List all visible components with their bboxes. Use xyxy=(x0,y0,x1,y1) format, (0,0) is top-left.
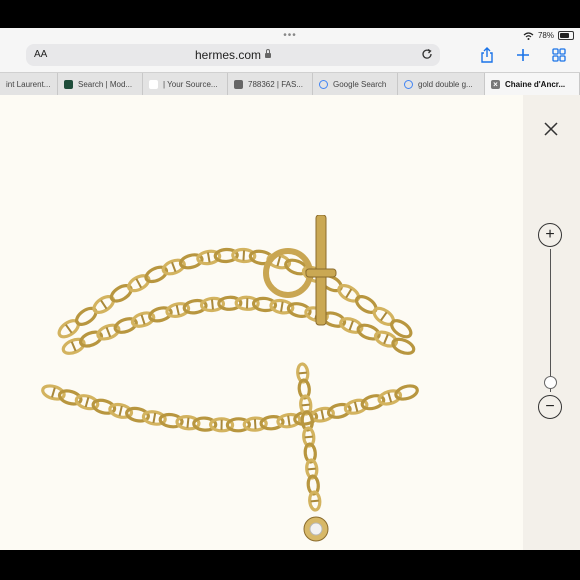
share-icon[interactable] xyxy=(478,46,496,64)
chain-link-bar xyxy=(175,304,180,316)
status-indicators: 78% xyxy=(523,31,574,40)
chain-link-bar xyxy=(387,392,393,403)
product-image-viewer xyxy=(0,95,523,550)
plus-icon: + xyxy=(545,226,555,243)
tab-7[interactable]: × Chaine d'Ancr... xyxy=(485,73,580,95)
chain-link-bar xyxy=(304,435,313,439)
chain-link-bar xyxy=(65,324,73,334)
chain-link-bar xyxy=(70,341,77,352)
square-icon xyxy=(64,79,73,89)
chain-link-bar xyxy=(100,299,108,310)
bracelet-image xyxy=(41,215,419,542)
chain-link-bar xyxy=(253,419,257,430)
status-bar: ••• 78% xyxy=(0,28,580,44)
battery-percentage: 78% xyxy=(537,31,554,40)
tab-overview-icon[interactable] xyxy=(550,46,568,64)
chain-link-bar xyxy=(320,409,325,420)
url-text: hermes.com xyxy=(194,48,262,62)
chain-link-bar xyxy=(186,417,190,428)
zoom-out-button[interactable]: − xyxy=(538,395,562,419)
wifi-icon xyxy=(523,31,534,40)
chain-link-bar xyxy=(105,327,112,338)
chain-link-bar xyxy=(280,301,284,312)
chain-link-bar xyxy=(242,250,246,261)
chain-link-bar xyxy=(152,412,157,424)
tab-label: Search | Mod... xyxy=(78,79,133,89)
multitasking-dots-icon[interactable]: ••• xyxy=(283,31,297,41)
reload-icon[interactable] xyxy=(421,48,433,60)
chain-link-bar xyxy=(345,288,353,299)
chain-link-bar xyxy=(276,256,282,267)
chain-link-bar xyxy=(135,278,143,289)
chain-link xyxy=(394,384,419,401)
tab-3[interactable]: | Your Source... xyxy=(143,73,228,95)
chain-link xyxy=(391,337,416,355)
zoom-in-button[interactable]: + xyxy=(538,223,562,247)
chain-link-bar xyxy=(353,401,359,412)
tab-4[interactable]: 788362 | FAS... xyxy=(228,73,313,95)
tab-label: | Your Source... xyxy=(163,79,218,89)
dash-icon xyxy=(149,79,158,89)
globe-icon xyxy=(234,79,243,89)
tab-2[interactable]: Search | Mod... xyxy=(58,73,143,95)
google-icon xyxy=(404,79,413,89)
chain-link-bar xyxy=(287,415,291,426)
chain-link-bar xyxy=(380,311,388,322)
zoom-slider-track[interactable] xyxy=(550,249,551,392)
chain-link-bar xyxy=(298,371,307,375)
tab-label: Google Search xyxy=(333,79,387,89)
browser-toolbar: AA hermes.com xyxy=(0,44,580,72)
chain-middle-strand xyxy=(61,295,416,355)
google-icon xyxy=(319,79,328,89)
chain-drop-strand xyxy=(296,362,322,512)
tab-label: int Laurent... xyxy=(6,79,51,89)
chain-link-bar xyxy=(84,397,90,408)
tab-label: 788362 | FAS... xyxy=(248,79,304,89)
close-tab-icon[interactable]: × xyxy=(491,79,500,89)
tab-bar: int Laurent... Search | Mod... | Your Sour… xyxy=(0,72,580,96)
viewer-controls: + − xyxy=(523,95,580,550)
chain-link-bar xyxy=(383,334,389,345)
minus-icon: − xyxy=(545,398,555,415)
lock-icon xyxy=(265,49,272,58)
chain-link-bar xyxy=(210,299,214,310)
chain-link-bar xyxy=(310,499,319,503)
chain-link-bar xyxy=(51,387,56,398)
new-tab-icon[interactable] xyxy=(514,46,532,64)
chain-link-bar xyxy=(118,405,123,417)
chain-link-bar xyxy=(171,261,177,273)
diamond-stone xyxy=(309,522,323,536)
url-text-container[interactable]: hermes.com xyxy=(26,48,440,62)
chain-link-bar xyxy=(140,314,146,325)
chain-bottom-strand xyxy=(41,384,419,433)
address-bar[interactable]: AA hermes.com xyxy=(26,44,440,66)
browser-window: ••• 78% AA hermes.com int Laurent... Sea… xyxy=(0,28,580,550)
tab-1[interactable]: int Laurent... xyxy=(0,73,58,95)
chain-link-bar xyxy=(301,403,310,407)
chain-link-bar xyxy=(307,467,316,471)
zoom-slider-knob[interactable] xyxy=(544,375,557,389)
tab-6[interactable]: gold double g... xyxy=(398,73,485,95)
tab-5[interactable]: Google Search xyxy=(313,73,398,95)
chain-link-bar xyxy=(348,320,354,331)
chain-link-bar xyxy=(206,252,211,263)
close-icon[interactable] xyxy=(543,121,559,137)
tab-label: Chaine d'Ancr... xyxy=(505,79,566,89)
battery-icon xyxy=(558,31,574,40)
toggle-crossbar xyxy=(305,268,337,278)
tab-label: gold double g... xyxy=(418,79,473,89)
